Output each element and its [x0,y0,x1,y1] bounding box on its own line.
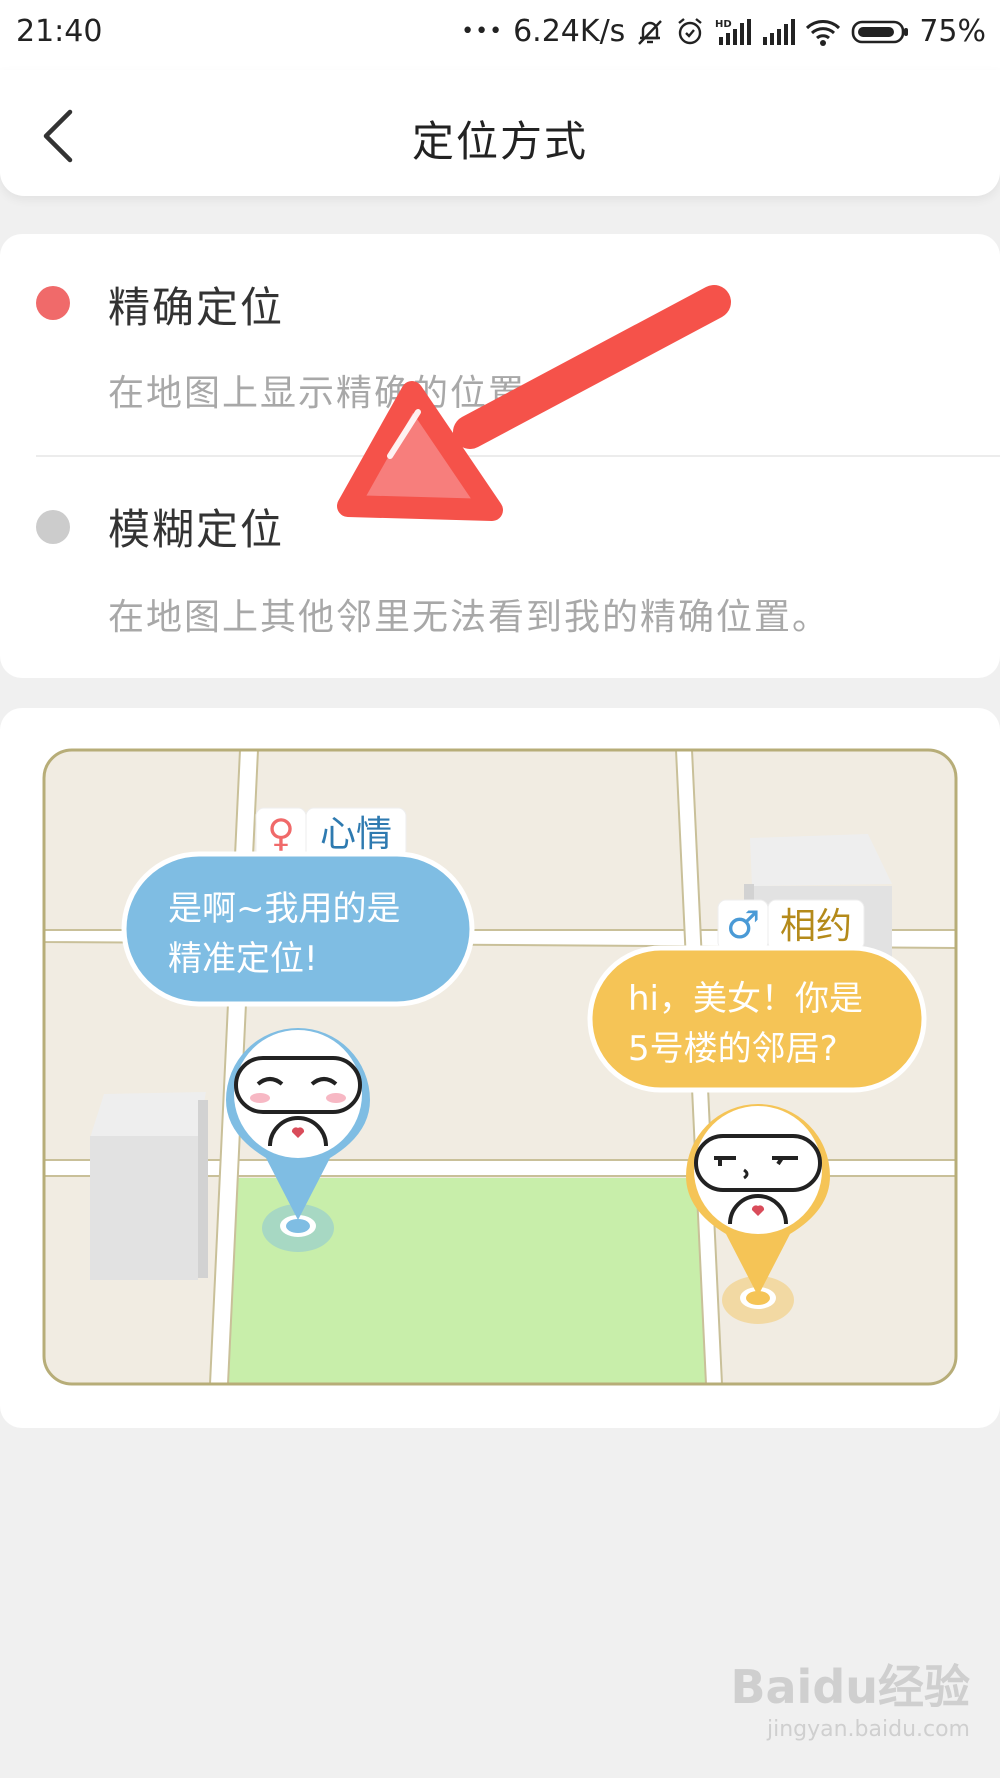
baidu-watermark: Baidu经验 jingyan.baidu.com [730,1651,970,1742]
badge-right-label: 相约 [780,906,852,947]
status-icons: ••• 6.24K/s HD 75% [461,14,986,49]
more-dots: ••• [461,19,504,44]
bell-off-icon [638,19,663,45]
status-bar: 21:40 ••• 6.24K/s HD 75% [0,0,1000,70]
option-precise-desc: 在地图上显示精确的位置。 [108,373,565,414]
option-fuzzy-radio [36,510,70,544]
battery-icon [852,20,909,43]
bubble-right-line1: hi，美女！你是 [628,979,863,1019]
divider [36,455,1000,457]
location-options-card: 精确定位 在地图上显示精确的位置。 模糊定位 在地图上其他邻里无法看到我的精确位… [0,234,1000,678]
net-speed: 6.24K/s [513,14,626,49]
female-symbol: ♀ [267,811,295,855]
wifi-icon [806,19,841,46]
option-precise-location[interactable]: 精确定位 在地图上显示精确的位置。 [0,234,1000,454]
watermark-url: jingyan.baidu.com [766,1717,970,1742]
hd-signal-icon: HD [715,18,752,45]
bubble-right: hi，美女！你是 5号楼的邻居? [587,945,927,1093]
male-symbol: ♂ [726,903,760,947]
alarm-icon [678,17,703,44]
watermark-brand: Baidu经验 [730,1660,970,1714]
signal-icon [763,18,796,45]
building-left [90,1092,208,1280]
svg-text:HD: HD [715,19,732,30]
page-title: 定位方式 [411,117,588,166]
bubble-left: 是啊~我用的是 精准定位! [121,851,475,1007]
option-fuzzy-desc: 在地图上其他邻里无法看到我的精确位置。 [108,597,831,638]
badge-left: ♀ 心情 [255,807,407,859]
map-illustration-card: ♀ 心情 是啊~我用的是 精准定位! ♂ 相约 hi，美女！你是 5号楼的邻居? [0,708,1000,1428]
status-time: 21:40 [16,14,103,49]
option-precise-title: 精确定位 [108,283,285,332]
option-precise-radio [36,286,70,320]
option-fuzzy-location[interactable]: 模糊定位 在地图上其他邻里无法看到我的精确位置。 [0,458,1000,678]
option-fuzzy-title: 模糊定位 [108,505,285,554]
bubble-left-line2: 精准定位! [168,939,318,979]
badge-right: ♂ 相约 [717,899,865,951]
bubble-left-line1: 是啊~我用的是 [168,889,401,929]
nav-bar: 定位方式 [0,70,1000,196]
map-illustration: ♀ 心情 是啊~我用的是 精准定位! ♂ 相约 hi，美女！你是 5号楼的邻居? [42,748,958,1386]
bubble-right-line2: 5号楼的邻居? [628,1029,838,1069]
battery-percent: 75% [919,14,986,49]
badge-left-label: 心情 [320,814,392,855]
